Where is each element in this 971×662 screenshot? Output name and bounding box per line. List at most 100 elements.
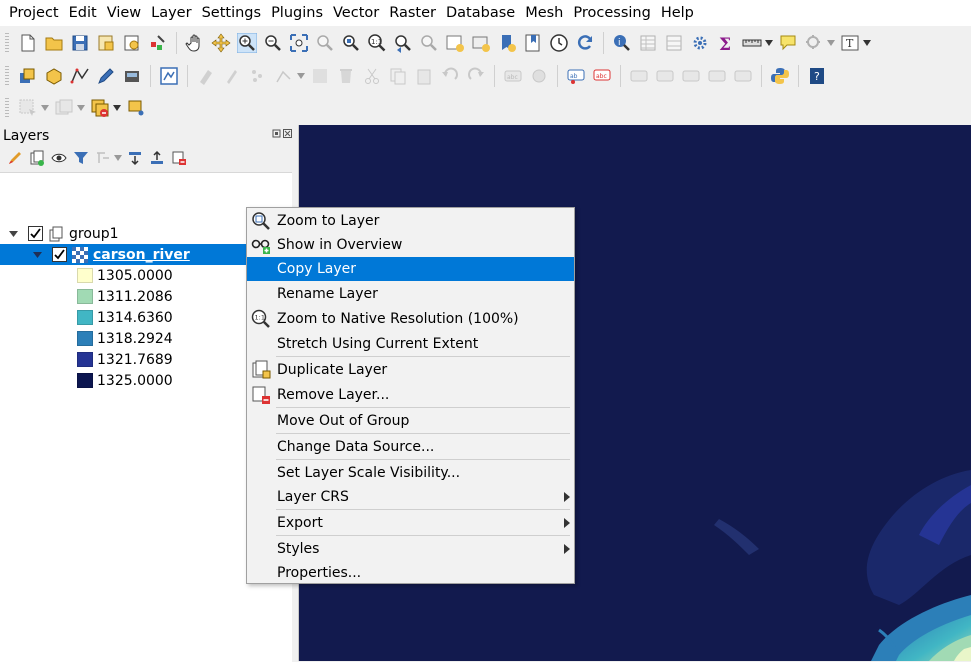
legend-item[interactable]: 1311.2086 (77, 286, 173, 307)
processing-toolbox-icon[interactable] (690, 33, 710, 53)
print-layout-icon[interactable] (122, 33, 142, 53)
new-3d-view-icon[interactable] (471, 33, 491, 53)
legend-item[interactable]: 1318.2924 (77, 328, 173, 349)
tree-row-group[interactable]: group1 (6, 223, 119, 244)
menu-plugins[interactable]: Plugins (266, 0, 328, 27)
refresh-icon[interactable] (575, 33, 595, 53)
save-project-icon[interactable] (70, 33, 90, 53)
diagram-options-icon[interactable]: abc (592, 66, 612, 86)
zoom-next-icon[interactable] (419, 33, 439, 53)
pin-labels-icon[interactable] (629, 66, 649, 86)
select-value-dropdown-icon[interactable] (77, 98, 85, 118)
annotation-dropdown-icon[interactable] (863, 33, 871, 53)
toolbar-grip[interactable] (5, 65, 9, 86)
legend-item[interactable]: 1314.6360 (77, 307, 173, 328)
locator-icon[interactable] (804, 33, 824, 53)
menu-mesh[interactable]: Mesh (520, 0, 568, 27)
menu-item-properties[interactable]: Properties... (247, 561, 574, 585)
zoom-full-icon[interactable] (289, 33, 309, 53)
zoom-native-icon[interactable]: 1:1 (367, 33, 387, 53)
menu-item-zoom-to-layer[interactable]: Zoom to Layer (247, 209, 574, 233)
toolbar-grip[interactable] (5, 98, 9, 118)
temporal-controller-icon[interactable] (549, 33, 569, 53)
print-icon[interactable] (159, 66, 179, 86)
open-field-calc-icon[interactable] (126, 98, 146, 118)
rotate-label-icon[interactable] (707, 66, 727, 86)
filter-expression-icon[interactable] (95, 150, 111, 166)
expand-all-icon[interactable] (127, 150, 143, 166)
menu-item-zoom-native[interactable]: 1:1 Zoom to Native Resolution (100%) (247, 307, 574, 331)
menu-view[interactable]: View (102, 0, 146, 27)
menu-help[interactable]: Help (656, 0, 699, 27)
data-source-manager-icon[interactable] (18, 66, 38, 86)
zoom-out-icon[interactable] (263, 33, 283, 53)
filter-dropdown-icon[interactable] (114, 148, 122, 168)
help-icon[interactable]: ? (807, 66, 827, 86)
save-edits-icon[interactable] (122, 66, 142, 86)
copy-features-icon[interactable] (388, 66, 408, 86)
menu-settings[interactable]: Settings (197, 0, 266, 27)
attribute-table-icon[interactable] (638, 33, 658, 53)
show-bookmarks-icon[interactable] (523, 33, 543, 53)
text-annotation-icon[interactable]: T (840, 33, 860, 53)
legend-item[interactable]: 1305.0000 (77, 265, 173, 286)
change-label-icon[interactable] (733, 66, 753, 86)
label-toolbar-icon[interactable]: abc (503, 66, 523, 86)
deselect-dropdown-icon[interactable] (113, 98, 121, 118)
menu-item-export[interactable]: Export (247, 511, 574, 535)
edit-pencil-icon[interactable] (96, 66, 116, 86)
field-calculator-icon[interactable] (664, 33, 684, 53)
collapse-arrow-icon[interactable] (30, 244, 44, 265)
close-panel-icon[interactable] (283, 129, 292, 138)
add-point-icon[interactable] (248, 66, 268, 86)
zoom-to-selection-icon[interactable] (315, 33, 335, 53)
manage-visibility-icon[interactable] (51, 150, 67, 166)
menu-layer[interactable]: Layer (146, 0, 196, 27)
filter-legend-icon[interactable] (73, 150, 89, 166)
legend-item[interactable]: 1321.7689 (77, 349, 173, 370)
measure-dropdown-icon[interactable] (765, 33, 773, 53)
pan-to-selection-icon[interactable] (211, 33, 231, 53)
select-features-icon[interactable] (18, 98, 38, 118)
menu-project[interactable]: Project (0, 0, 64, 27)
vertex-tool-icon[interactable] (274, 66, 294, 86)
highlight-pinned-icon[interactable] (655, 66, 675, 86)
pan-hand-icon[interactable] (185, 33, 205, 53)
new-map-view-icon[interactable] (445, 33, 465, 53)
move-label-icon[interactable] (681, 66, 701, 86)
menu-raster[interactable]: Raster (384, 0, 441, 27)
current-edits-icon[interactable] (222, 66, 242, 86)
menu-item-show-in-overview[interactable]: Show in Overview (247, 233, 574, 257)
style-manager-icon[interactable] (148, 33, 168, 53)
vertex-dropdown-icon[interactable] (297, 66, 305, 86)
menu-item-move-out-of-group[interactable]: Move Out of Group (247, 409, 574, 433)
menu-vector[interactable]: Vector (328, 0, 384, 27)
modify-attributes-icon[interactable] (310, 66, 330, 86)
menu-item-rename-layer[interactable]: Rename Layer (247, 282, 574, 306)
menu-item-copy-layer[interactable]: Copy Layer (247, 257, 574, 281)
menu-item-styles[interactable]: Styles (247, 537, 574, 561)
redo-icon[interactable] (466, 66, 486, 86)
group-visibility-checkbox[interactable] (28, 226, 43, 241)
menu-item-remove-layer[interactable]: Remove Layer... (247, 383, 574, 407)
select-dropdown-icon[interactable] (41, 98, 49, 118)
toggle-editing-icon[interactable] (196, 66, 216, 86)
toolbar-grip[interactable] (5, 32, 9, 53)
collapse-all-icon[interactable] (149, 150, 165, 166)
new-project-icon[interactable] (18, 33, 38, 53)
zoom-to-layer-icon[interactable] (341, 33, 361, 53)
paste-features-icon[interactable] (414, 66, 434, 86)
style-panel-icon[interactable] (7, 150, 23, 166)
save-as-icon[interactable] (96, 33, 116, 53)
layer-labeling-icon[interactable]: ab (566, 66, 586, 86)
deselect-all-icon[interactable] (90, 98, 110, 118)
cut-features-icon[interactable] (362, 66, 382, 86)
menu-item-scale-visibility[interactable]: Set Layer Scale Visibility... (247, 461, 574, 485)
statistical-summary-icon[interactable]: Σ (716, 33, 736, 53)
float-panel-icon[interactable] (272, 129, 281, 138)
new-geopackage-icon[interactable] (44, 66, 64, 86)
delete-selected-icon[interactable] (336, 66, 356, 86)
new-bookmark-icon[interactable] (497, 33, 517, 53)
open-project-icon[interactable] (44, 33, 64, 53)
locator-dropdown-icon[interactable] (827, 33, 835, 53)
